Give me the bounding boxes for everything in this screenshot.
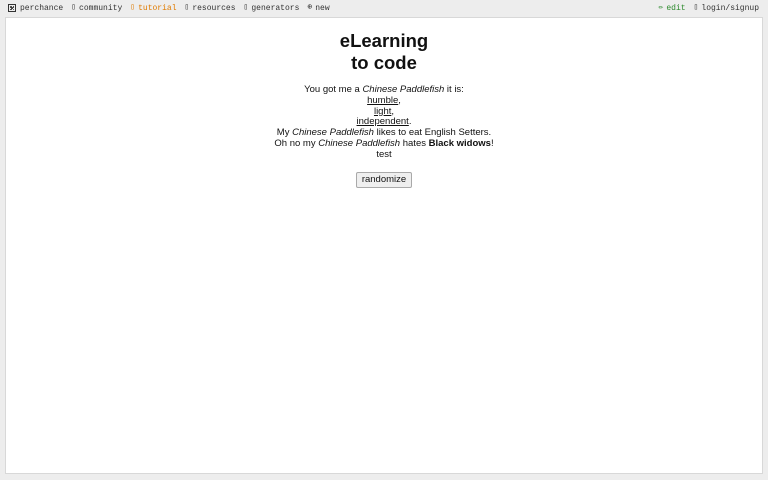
top-nav-bar: perchance ▯ community ▯ tutorial ▯ resou… [0, 0, 768, 16]
community-icon: ▯ [71, 3, 77, 12]
output-line-6-pre: Oh no my [274, 137, 319, 149]
nav-resources-label: resources [192, 3, 236, 13]
generator-output: You got me a Chinese Paddlefish it is: h… [6, 84, 762, 161]
nav-perchance-label: perchance [20, 3, 64, 13]
nav-login-signup[interactable]: ▯ login/signup [694, 4, 759, 13]
nav-left: perchance ▯ community ▯ tutorial ▯ resou… [0, 0, 338, 16]
output-line-5-pre: My [276, 127, 293, 139]
randomize-button[interactable]: randomize [355, 171, 413, 188]
title-line-2: to code [351, 52, 417, 73]
nav-community[interactable]: ▯ community [71, 4, 122, 13]
plus-circle-icon: ⊕ [307, 3, 313, 12]
nav-generators[interactable]: ▯ generators [244, 4, 300, 13]
nav-edit[interactable]: ✏ edit [659, 4, 686, 13]
nav-new-label: new [315, 3, 330, 13]
generator-output-panel: eLearning to code You got me a Chinese P… [5, 17, 763, 474]
nav-right: ✏ edit ▯ login/signup [651, 0, 768, 16]
trait-3: independent [356, 116, 409, 128]
page-title: eLearning to code [6, 30, 762, 74]
resources-icon: ▯ [184, 3, 190, 12]
nav-tutorial-label: tutorial [138, 3, 177, 13]
animal-name: Chinese Paddlefish [318, 137, 401, 149]
nav-generators-label: generators [251, 3, 300, 13]
animal-name: Chinese Paddlefish [362, 84, 445, 95]
user-icon: ▯ [693, 3, 699, 12]
nav-resources[interactable]: ▯ resources [185, 4, 236, 13]
output-line-1-post: it is: [444, 84, 464, 95]
generators-icon: ▯ [243, 3, 249, 12]
tutorial-icon: ▯ [130, 3, 136, 12]
output-line-7: test [376, 148, 392, 160]
nav-tutorial[interactable]: ▯ tutorial [130, 4, 176, 13]
nav-community-label: community [79, 3, 123, 13]
dice-icon [8, 4, 16, 12]
nav-edit-label: edit [666, 3, 686, 13]
pencil-icon: ✏ [658, 3, 664, 12]
output-line-1-pre: You got me a [304, 84, 363, 95]
nav-perchance-home[interactable]: perchance [8, 4, 63, 13]
generator-content: eLearning to code You got me a Chinese P… [6, 30, 762, 188]
title-line-1: eLearning [339, 30, 429, 51]
trait-2: light [373, 105, 392, 117]
output-line-5-post: likes to eat English Setters. [373, 127, 492, 139]
animal-name: Chinese Paddlefish [292, 127, 374, 139]
enemy-name: Black widows [428, 137, 491, 149]
output-line-6-mid: hates [400, 137, 429, 149]
nav-login-label: login/signup [701, 3, 759, 13]
nav-new[interactable]: ⊕ new [307, 4, 329, 13]
trait-1: humble [367, 94, 399, 106]
